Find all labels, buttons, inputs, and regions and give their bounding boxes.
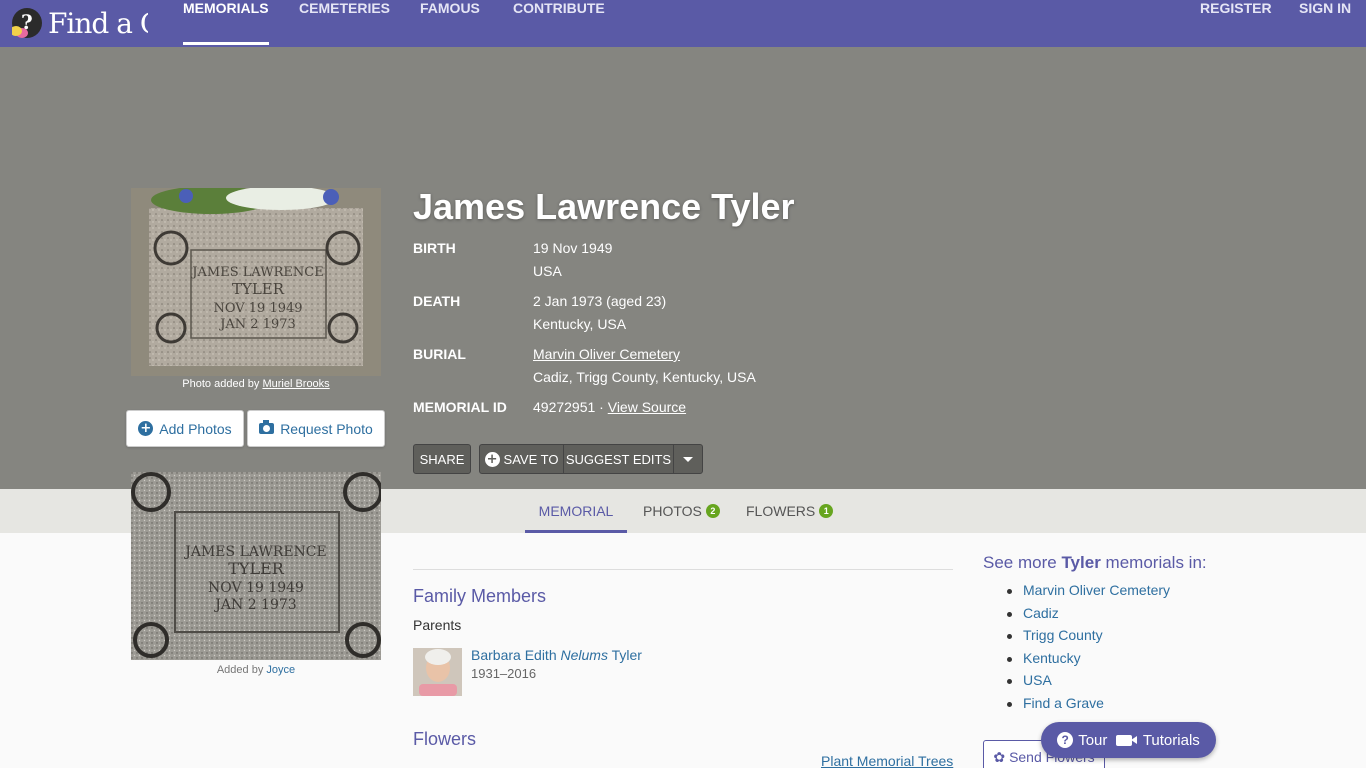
request-photo-button[interactable]: Request Photo xyxy=(247,410,385,447)
burial-label: BURIAL xyxy=(413,346,466,362)
birth-date: 19 Nov 1949 xyxy=(533,240,613,256)
see-more-list: Marvin Oliver Cemetery Cadiz Trigg Count… xyxy=(1006,582,1170,718)
memorial-id-row: 49272951 · View Source xyxy=(533,399,686,415)
nav-memorials[interactable]: MEMORIALS xyxy=(183,0,269,47)
parent-photo-image xyxy=(413,648,462,696)
plus-circle-icon: + xyxy=(484,451,500,467)
headstone-closeup-image: JAMES LAWRENCE TYLER NOV 19 1949 JAN 2 1… xyxy=(131,472,381,660)
memorial-name: James Lawrence Tyler xyxy=(413,186,795,227)
logo-icon xyxy=(12,8,42,38)
death-label: DEATH xyxy=(413,293,461,309)
tour-button[interactable]: ? Tour xyxy=(1057,732,1107,749)
second-photo-contributor-link[interactable]: Joyce xyxy=(266,664,295,676)
see-more-item-country[interactable]: USA xyxy=(1006,672,1170,695)
closeup-engraving-line-2: TYLER xyxy=(228,559,285,578)
photo-contributor-link[interactable]: Muriel Brooks xyxy=(262,378,329,390)
see-more-surname: Tyler xyxy=(1061,553,1101,572)
engraving-line-3: NOV 19 1949 xyxy=(213,301,302,316)
add-photos-button[interactable]: + Add Photos xyxy=(126,410,244,447)
birth-place: USA xyxy=(533,263,562,279)
tab-flowers-label: FLOWERS xyxy=(746,503,816,519)
suggest-edits-button[interactable]: SUGGEST EDITS xyxy=(563,444,674,474)
parent-first-name: Barbara Edith xyxy=(471,647,557,663)
tour-label: Tour xyxy=(1078,731,1108,749)
question-circle-icon: ? xyxy=(1057,732,1074,748)
engraving-line-1: JAMES LAWRENCE xyxy=(190,265,323,280)
logo-text: Find a Grave xyxy=(48,6,148,40)
tutorials-button[interactable]: Tutorials xyxy=(1115,731,1200,749)
see-more-item-city[interactable]: Cadiz xyxy=(1006,605,1170,628)
tab-memorial[interactable]: MEMORIAL xyxy=(525,489,627,533)
help-pill: ? Tour Tutorials xyxy=(1041,722,1216,758)
suggest-edits-label: SUGGEST EDITS xyxy=(565,451,672,467)
save-to-button[interactable]: + SAVE TO xyxy=(479,444,564,474)
plus-circle-icon: + xyxy=(138,421,154,436)
parent-dates: 1931–2016 xyxy=(471,666,537,681)
photo-caption: Photo added by Muriel Brooks xyxy=(131,378,381,390)
closeup-engraving-line-1: JAMES LAWRENCE xyxy=(183,544,327,560)
headstone-closeup-photo[interactable]: JAMES LAWRENCE TYLER NOV 19 1949 JAN 2 1… xyxy=(131,472,381,660)
engraving-line-2: TYLER xyxy=(232,280,285,298)
request-photo-label: Request Photo xyxy=(280,420,373,437)
site-logo[interactable]: Find a Grave xyxy=(12,6,148,40)
video-camera-icon xyxy=(1115,734,1137,746)
second-caption-prefix: Added by xyxy=(216,664,264,676)
view-source-link[interactable]: View Source xyxy=(608,399,686,415)
memorial-id: 49272951 · xyxy=(533,399,604,415)
family-members-heading: Family Members xyxy=(413,586,547,606)
nav-cemeteries[interactable]: CEMETERIES xyxy=(299,0,390,47)
camera-icon xyxy=(259,420,275,434)
nav-register[interactable]: REGISTER xyxy=(1200,0,1272,47)
tab-memorial-label: MEMORIAL xyxy=(538,503,614,519)
engraving-line-4: JAN 2 1973 xyxy=(218,317,296,332)
share-label: SHARE xyxy=(419,451,465,467)
see-more-item-state[interactable]: Kentucky xyxy=(1006,650,1170,673)
see-more-item-cemetery[interactable]: Marvin Oliver Cemetery xyxy=(1006,582,1170,605)
parent-maiden-name: Nelums xyxy=(560,647,608,663)
flowers-heading: Flowers xyxy=(413,729,477,749)
chevron-down-icon xyxy=(683,456,693,462)
flower-icon: ✿ xyxy=(993,748,1006,765)
parents-label: Parents xyxy=(413,617,462,633)
burial-cemetery-link[interactable]: Marvin Oliver Cemetery xyxy=(533,346,680,362)
birth-label: BIRTH xyxy=(413,240,456,256)
nav-contribute[interactable]: CONTRIBUTE xyxy=(513,0,605,47)
death-date: 2 Jan 1973 (aged 23) xyxy=(533,293,667,309)
share-button[interactable]: SHARE xyxy=(413,444,471,474)
death-place: Kentucky, USA xyxy=(533,316,627,332)
nav-sign-in[interactable]: SIGN IN xyxy=(1299,0,1351,47)
closeup-engraving-line-4: JAN 2 1973 xyxy=(213,597,296,613)
see-more-item-site[interactable]: Find a Grave xyxy=(1006,695,1170,718)
headstone-photo-image: JAMES LAWRENCE TYLER NOV 19 1949 JAN 2 1… xyxy=(131,188,381,376)
parent-last-name: Tyler xyxy=(611,647,642,663)
caption-prefix: Photo added by xyxy=(182,378,260,390)
tab-photos[interactable]: PHOTOS 2 xyxy=(643,489,720,533)
more-actions-dropdown[interactable] xyxy=(673,444,703,474)
see-more-heading: See more Tyler memorials in: xyxy=(983,553,1207,573)
burial-place: Cadiz, Trigg County, Kentucky, USA xyxy=(533,369,756,385)
flowers-count-badge: 1 xyxy=(819,504,834,518)
plant-memorial-trees-link[interactable]: Plant Memorial Trees xyxy=(821,753,953,768)
add-photos-label: Add Photos xyxy=(159,420,232,437)
second-photo-caption: Added by Joyce xyxy=(131,664,381,676)
save-to-label: SAVE TO xyxy=(503,451,559,467)
top-navigation: Find a Grave MEMORIALS CEMETERIES FAMOUS… xyxy=(0,0,1366,47)
photos-count-badge: 2 xyxy=(705,504,720,518)
memorial-id-label: MEMORIAL ID xyxy=(413,399,507,415)
section-divider xyxy=(413,569,953,570)
parent-photo-thumbnail[interactable] xyxy=(413,648,462,696)
see-more-prefix: See more xyxy=(983,553,1057,572)
parent-name-link[interactable]: Barbara Edith Nelums Tyler xyxy=(471,647,642,663)
tab-photos-label: PHOTOS xyxy=(643,503,702,519)
tab-flowers[interactable]: FLOWERS 1 xyxy=(746,489,834,533)
see-more-item-county[interactable]: Trigg County xyxy=(1006,627,1170,650)
see-more-suffix: memorials in: xyxy=(1105,553,1207,572)
headstone-photo[interactable]: JAMES LAWRENCE TYLER NOV 19 1949 JAN 2 1… xyxy=(131,188,381,376)
closeup-engraving-line-3: NOV 19 1949 xyxy=(208,580,304,596)
nav-famous[interactable]: FAMOUS xyxy=(420,0,480,47)
tutorials-label: Tutorials xyxy=(1142,731,1200,749)
